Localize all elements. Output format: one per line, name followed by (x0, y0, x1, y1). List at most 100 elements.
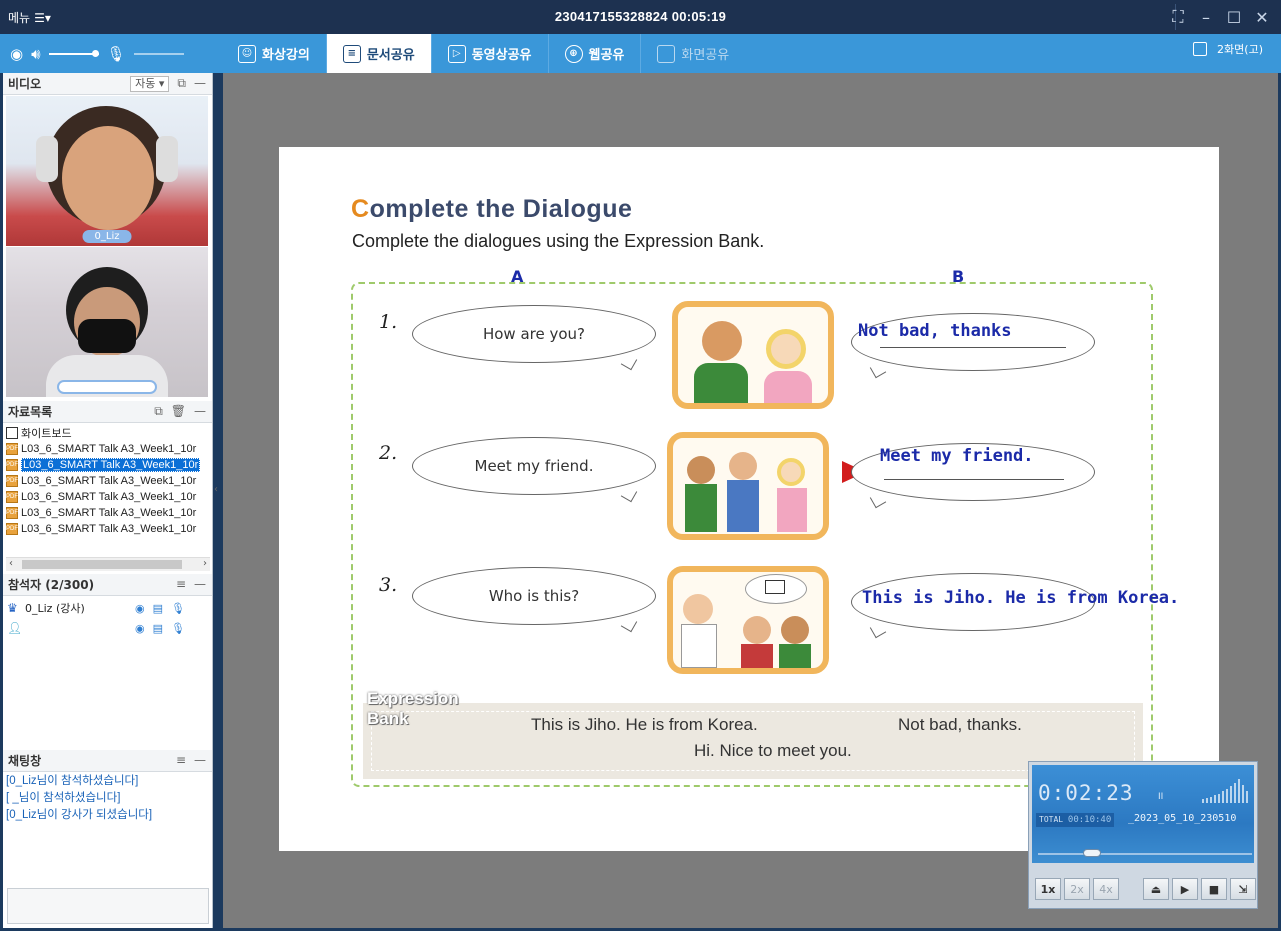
document-icon: ≡ (342, 44, 361, 63)
headset-left (36, 136, 58, 182)
handwritten-answer: Meet my friend. (880, 446, 1034, 466)
webcam-icon[interactable]: ◉ (135, 622, 145, 635)
kid3-face (777, 458, 805, 486)
play-icon: ▷ (447, 44, 466, 63)
question-text: How are you? (482, 325, 586, 343)
participant-row[interactable]: ♛ 0_Liz (강사) ◉ ▤ 🎙︎ (3, 598, 212, 618)
mic-volume-slider[interactable] (133, 52, 184, 55)
tab-label: 문서공유 (366, 48, 415, 63)
collapse-icon[interactable]: — (194, 577, 206, 591)
tab-web-share[interactable]: ⊕ 웹공유 (549, 34, 642, 73)
scroll-right-icon[interactable]: › (203, 558, 207, 569)
expression-item: This is Jiho. He is from Korea. (531, 715, 758, 734)
file-item[interactable]: PDF L03_6_SMART Talk A3_Week1_10r (3, 473, 212, 489)
video-feed-teacher[interactable]: 0_Liz (6, 96, 208, 246)
file-item[interactable]: PDF L03_6_SMART Talk A3_Week1_10r (3, 505, 212, 521)
audio-level-meter (1202, 779, 1248, 803)
title-bar: 메뉴 ☰▾ 230417155328824 00:05:19 ⛶ – ☐ ✕ (0, 0, 1281, 34)
maximize-icon[interactable]: ☐ (1221, 4, 1247, 30)
elapsed-time: 0:02:23 (1038, 781, 1134, 805)
collapse-icon[interactable]: — (194, 404, 206, 419)
tab-document-share[interactable]: ≡ 문서공유 (326, 34, 432, 73)
speed-4x-button[interactable]: 4x (1093, 878, 1119, 900)
speaker-icon[interactable]: 🔊︎ (31, 45, 40, 63)
participants-title: 참석자 (2/300) (8, 578, 95, 592)
file-item[interactable]: PDF L03_6_SMART Talk A3_Week1_10r (3, 441, 212, 457)
minimize-icon[interactable]: – (1193, 4, 1219, 30)
boy-shirt (694, 363, 748, 403)
seek-knob[interactable] (1083, 849, 1101, 857)
materials-list: 화이트보드 PDF L03_6_SMART Talk A3_Week1_10r … (3, 423, 212, 537)
video-panel-header: 비디오 자동 ▾ ⧉ — (3, 73, 212, 95)
folder-icon[interactable]: ⧉ (154, 404, 163, 419)
document-icon[interactable]: ▤ (153, 602, 163, 615)
eject-icon[interactable]: ⏏ (1143, 878, 1169, 900)
row-number: 3. (379, 574, 398, 596)
microphone-icon[interactable]: 🎙︎ (171, 622, 185, 635)
popout-icon[interactable]: ⧉ (177, 76, 186, 92)
microphone-icon[interactable]: 🎙︎ (171, 602, 185, 615)
collapse-icon[interactable]: — (194, 76, 206, 92)
materials-title: 자료목록 (8, 405, 53, 419)
whiteboard-label: 화이트보드 (21, 428, 72, 440)
play-icon[interactable]: ▶ (1172, 878, 1198, 900)
file-item[interactable]: PDF L03_6_SMART Talk A3_Week1_10r (3, 457, 212, 473)
document-icon[interactable]: ▤ (153, 622, 163, 635)
list-menu-icon[interactable]: ≡ (176, 753, 186, 767)
video-feed-student[interactable] (6, 247, 208, 397)
playback-buttons: ⏏ ▶ ■ ⇲ (1143, 878, 1256, 900)
whiteboard-icon (6, 427, 18, 439)
layout-toggle[interactable]: 2화면(고) (1193, 41, 1263, 57)
layout-icon (1193, 42, 1208, 56)
collapse-icon[interactable]: — (194, 753, 206, 767)
webcam-icon[interactable]: ◉ (135, 602, 145, 615)
korean-flag (765, 580, 785, 594)
chat-input[interactable] (7, 888, 209, 924)
tab-screen-share[interactable]: 화면공유 (641, 34, 745, 73)
seek-bar[interactable] (1038, 849, 1252, 857)
boy2-face (781, 616, 809, 644)
tab-video-lecture[interactable]: ☺ 화상강의 (222, 34, 327, 73)
file-item[interactable]: PDF L03_6_SMART Talk A3_Week1_10r (3, 521, 212, 537)
tab-label: 화상강의 (262, 48, 310, 63)
document-page[interactable]: Complete the Dialogue Complete the dialo… (279, 147, 1219, 851)
list-menu-icon[interactable]: ≡ (176, 577, 186, 591)
answer-line (880, 347, 1066, 348)
adult-coat (681, 624, 717, 668)
participant-name: 0_Liz (강사) (25, 602, 85, 615)
chat-log: [0_Liz님이 참석하셨습니다] [ _님이 참석하셨습니다] [0_Liz님… (3, 773, 212, 824)
illustration-who-is-this (667, 566, 829, 674)
webcam-icon[interactable]: ◉ (10, 45, 23, 63)
video-mode-select[interactable]: 자동 ▾ (130, 76, 170, 92)
kid1-face (687, 456, 715, 484)
panel-splitter-icon[interactable]: ‹ (214, 484, 218, 495)
trash-icon[interactable]: 🗑︎ (171, 404, 186, 419)
kid3-body (777, 488, 807, 532)
whiteboard-item[interactable]: 화이트보드 (3, 425, 212, 441)
worksheet-title: Complete the Dialogue (351, 195, 633, 223)
speed-2x-button[interactable]: 2x (1064, 878, 1090, 900)
scroll-left-icon[interactable]: ‹ (9, 558, 13, 569)
teacher-face (62, 126, 154, 230)
speed-1x-button[interactable]: 1x (1035, 878, 1061, 900)
expression-item: Hi. Nice to meet you. (694, 741, 852, 760)
participants-list: ♛ 0_Liz (강사) ◉ ▤ 🎙︎ 👤︎ ◉ ▤ 🎙︎ (3, 598, 212, 638)
stop-icon[interactable]: ■ (1201, 878, 1227, 900)
close-icon[interactable]: ✕ (1249, 4, 1275, 30)
session-title: 230417155328824 00:05:19 (554, 9, 727, 24)
participant-row[interactable]: 👤︎ ◉ ▤ 🎙︎ (3, 618, 212, 638)
capture-icon[interactable]: ⛶ (1165, 4, 1191, 30)
kid2-face (729, 452, 757, 480)
left-panel: 비디오 자동 ▾ ⧉ — 0_Liz 자료목록 ⧉ 🗑︎ — 화이트보드 PDF… (3, 73, 213, 928)
scroll-thumb[interactable] (22, 560, 182, 569)
materials-header: 자료목록 ⧉ 🗑︎ — (3, 401, 212, 423)
expression-bank: Expression Bank This is Jiho. He is from … (363, 689, 1143, 779)
speed-buttons: 1x 2x 4x (1035, 878, 1119, 900)
tab-video-share[interactable]: ▷ 동영상공유 (432, 34, 549, 73)
materials-scrollbar[interactable]: ‹ › (6, 557, 210, 571)
file-name: L03_6_SMART Talk A3_Week1_10r (21, 475, 197, 487)
exit-icon[interactable]: ⇲ (1230, 878, 1256, 900)
speaker-volume-slider[interactable] (48, 49, 99, 57)
file-item[interactable]: PDF L03_6_SMART Talk A3_Week1_10r (3, 489, 212, 505)
microphone-icon[interactable]: 🎙︎ (107, 45, 126, 63)
